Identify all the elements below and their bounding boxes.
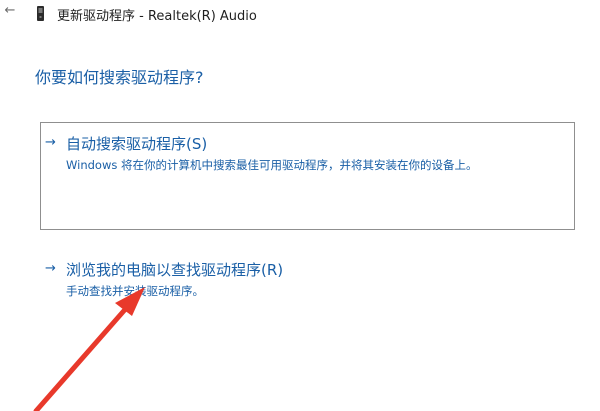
back-arrow-icon[interactable]: ← [3,4,17,18]
auto-search-description: Windows 将在你的计算机中搜索最佳可用驱动程序，并将其安装在你的设备上。 [66,158,478,172]
title-bar: ← 更新驱动程序 - Realtek(R) Audio [0,0,600,28]
browse-computer-link[interactable]: 浏览我的电脑以查找驱动程序(R) [66,259,283,280]
auto-search-link[interactable]: 自动搜索驱动程序(S) [66,133,207,154]
browse-computer-description: 手动查找并安装驱动程序。 [66,284,204,298]
window-title: 更新驱动程序 - Realtek(R) Audio [57,9,257,24]
page-heading: 你要如何搜索驱动程序? [35,68,204,87]
device-icon [37,6,44,21]
arrow-right-icon: → [45,135,56,150]
arrow-right-icon: → [45,261,56,276]
